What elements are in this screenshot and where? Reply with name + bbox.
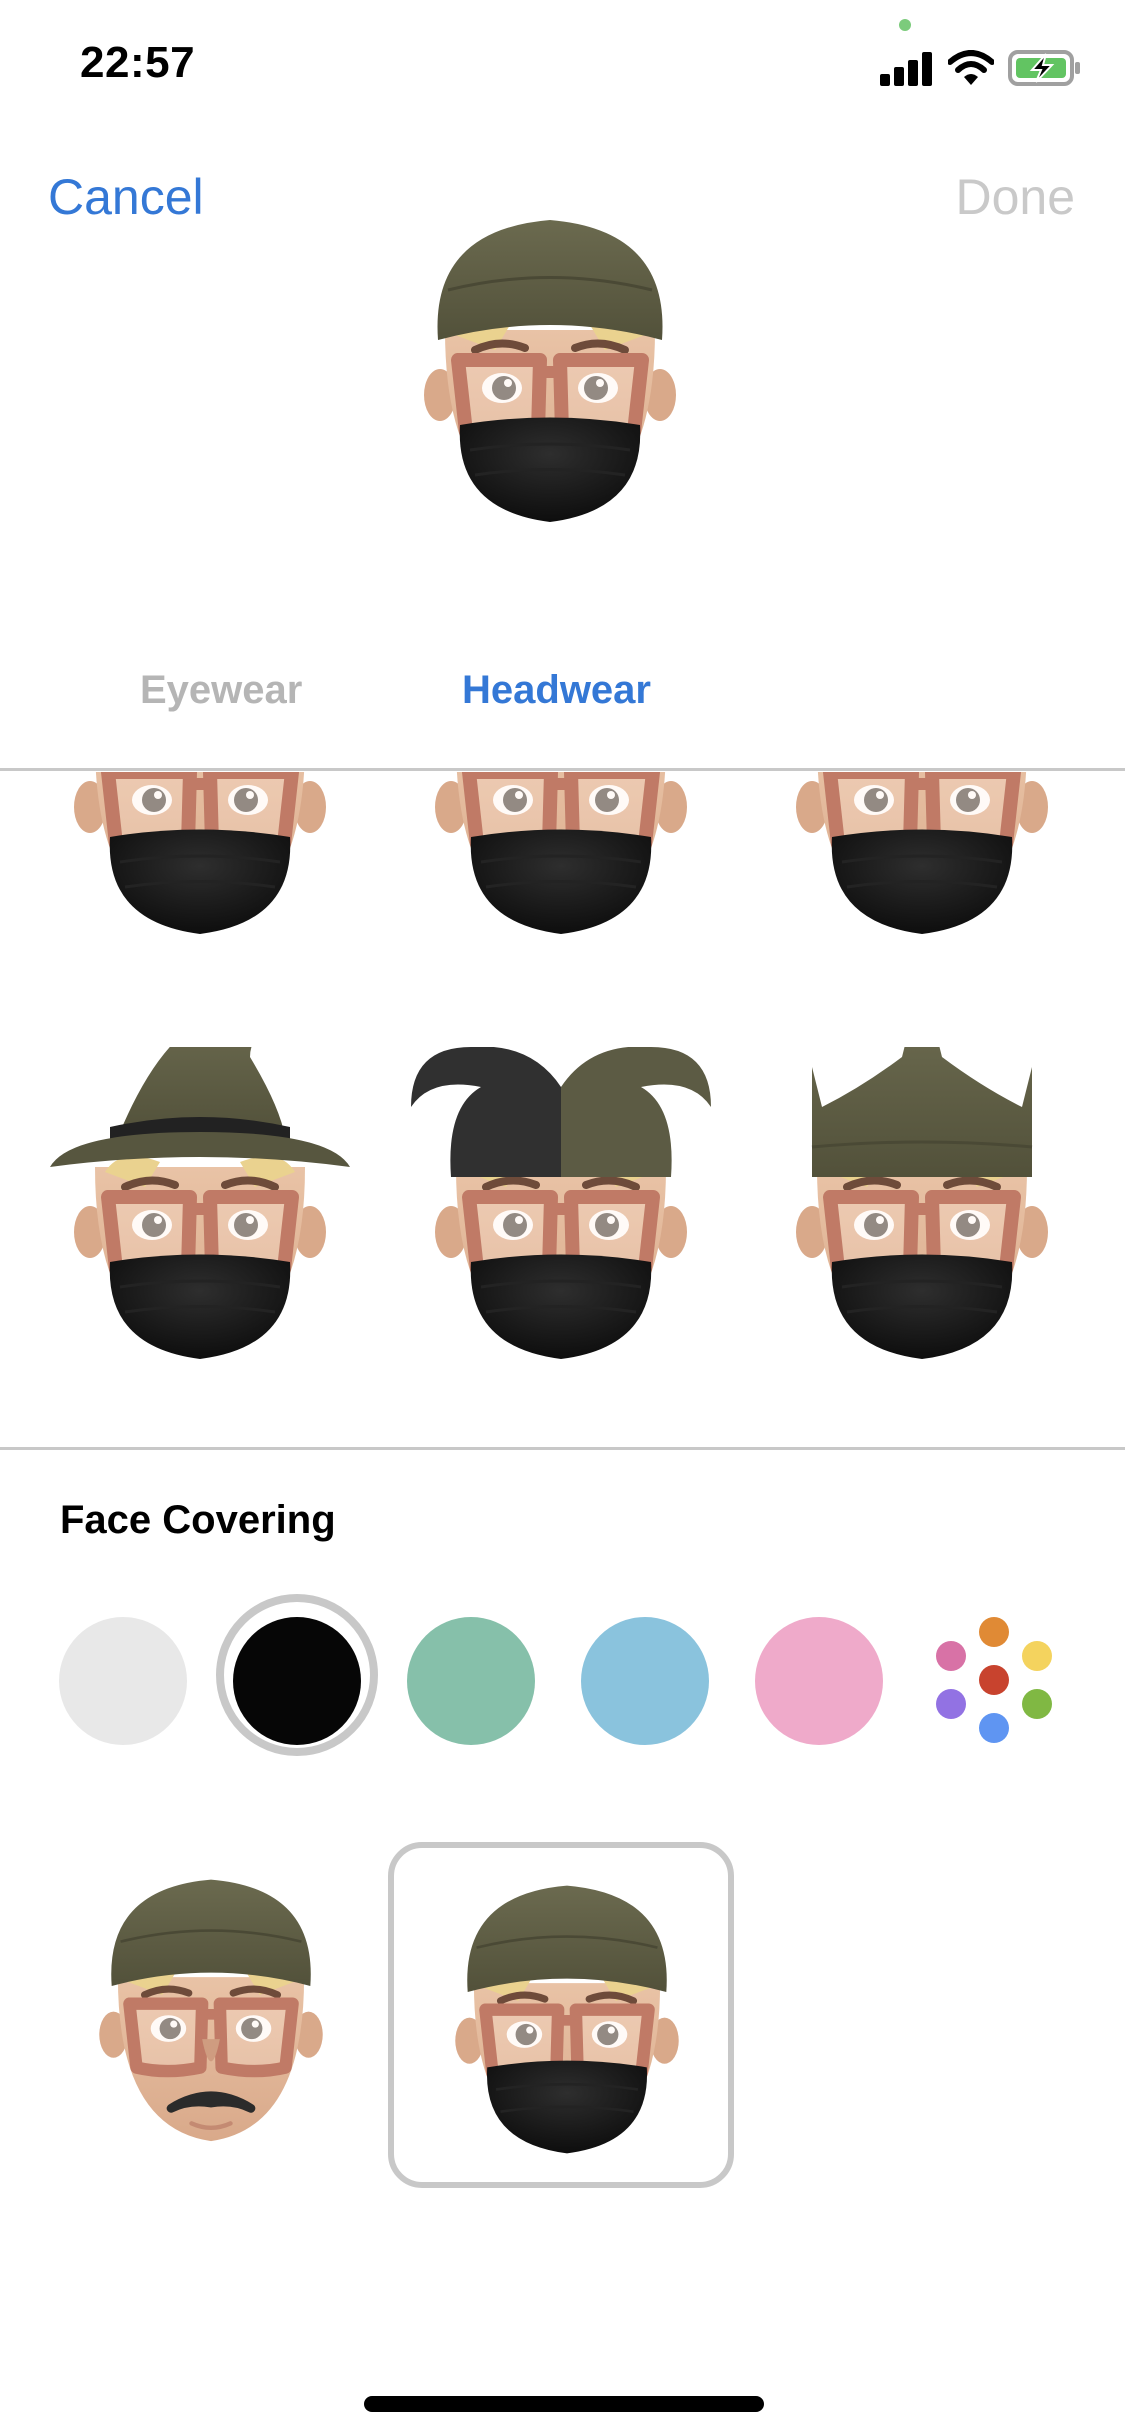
wifi-icon — [948, 50, 994, 85]
done-button[interactable]: Done — [955, 168, 1075, 226]
cancel-button[interactable]: Cancel — [48, 168, 204, 226]
memoji-mask — [455, 1884, 679, 2155]
tab-headwear[interactable]: Headwear — [462, 668, 651, 713]
divider — [0, 1447, 1125, 1450]
headwear-option-bowler-hat[interactable] — [757, 772, 1087, 952]
memoji-no-covering — [99, 1878, 323, 2142]
color-swatch-black[interactable] — [233, 1617, 361, 1745]
color-dot-red — [979, 1665, 1009, 1695]
headwear-option-wizard-hat[interactable] — [35, 1013, 365, 1377]
memoji-preview — [424, 218, 676, 524]
color-swatch-mint[interactable] — [407, 1617, 535, 1745]
home-indicator[interactable] — [364, 2396, 764, 2412]
face-covering-option-none[interactable] — [38, 1842, 384, 2188]
headwear-option-wide-brim-hat[interactable] — [35, 772, 365, 952]
color-dot-blue — [979, 1713, 1009, 1743]
color-dot-magenta — [936, 1641, 966, 1671]
color-dot-green — [1022, 1689, 1052, 1719]
color-dot-yellow — [1022, 1641, 1052, 1671]
more-colors-button[interactable] — [930, 1617, 1058, 1745]
section-title-face-covering: Face Covering — [60, 1498, 336, 1542]
color-swatch-sky-blue[interactable] — [581, 1617, 709, 1745]
headwear-grid[interactable] — [0, 772, 1125, 1447]
color-swatch-pink[interactable] — [755, 1617, 883, 1745]
camera-in-use-indicator — [899, 19, 911, 31]
battery-charging-icon — [1008, 50, 1080, 86]
color-dot-purple — [936, 1689, 966, 1719]
headwear-option-jester-hat[interactable] — [396, 1046, 726, 1377]
color-swatch-light-gray[interactable] — [59, 1617, 187, 1745]
face-covering-option-mask[interactable] — [388, 1842, 734, 2188]
headwear-option-crown[interactable] — [757, 1017, 1087, 1377]
cellular-signal-icon — [880, 52, 932, 86]
status-time: 22:57 — [80, 38, 196, 87]
tab-eyewear[interactable]: Eyewear — [140, 668, 302, 713]
headwear-option-fedora-hat[interactable] — [396, 772, 726, 952]
color-dot-orange — [979, 1617, 1009, 1647]
divider — [0, 768, 1125, 771]
